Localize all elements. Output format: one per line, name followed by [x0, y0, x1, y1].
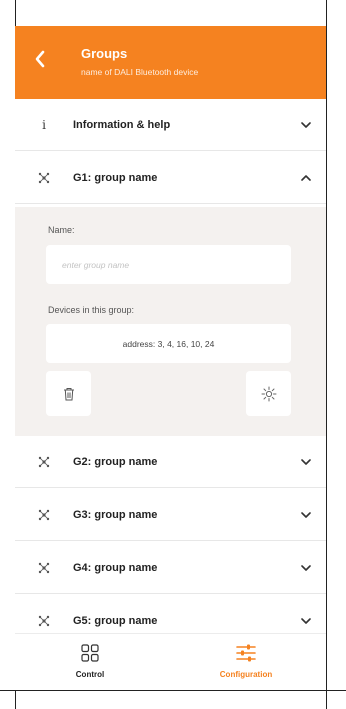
phone-screen: Groups name of DALI Bluetooth device i I…: [15, 26, 326, 690]
page-title: Groups: [81, 46, 128, 61]
group-nodes-icon: [38, 615, 50, 626]
group-label: G1: group name: [73, 171, 158, 184]
group-label: G3: group name: [73, 508, 158, 521]
chevron-down-icon: [301, 511, 311, 518]
group-label: G5: group name: [73, 614, 158, 627]
group-row-g3[interactable]: G3: group name: [15, 489, 326, 541]
chevron-up-icon: [301, 174, 311, 181]
group-detail-panel: Name: Devices in this group: address: 3,…: [15, 207, 326, 436]
group-row-g4[interactable]: G4: group name: [15, 542, 326, 594]
back-button[interactable]: [25, 44, 55, 74]
tab-configuration-label: Configuration: [219, 670, 273, 679]
info-icon: i: [42, 117, 46, 132]
group-nodes-icon: [38, 562, 50, 573]
group-label: G2: group name: [73, 455, 158, 468]
guide-line-right: [326, 0, 327, 709]
identify-group-button[interactable]: [246, 371, 291, 416]
tab-control[interactable]: Control: [55, 634, 125, 690]
tab-control-label: Control: [75, 670, 105, 679]
info-help-label: Information & help: [73, 118, 171, 131]
chevron-down-icon: [301, 617, 311, 624]
group-row-g2[interactable]: G2: group name: [15, 436, 326, 488]
light-bulb-sun-icon: [261, 386, 276, 401]
name-label: Name:: [48, 225, 75, 235]
grid-icon: [81, 644, 99, 662]
chevron-left-icon: [35, 50, 45, 68]
trash-icon: [63, 387, 74, 400]
info-help-row[interactable]: i Information & help: [15, 99, 326, 151]
chevron-down-icon: [301, 458, 311, 465]
group-row-g1[interactable]: G1: group name: [15, 152, 326, 204]
guide-line-bottom: [0, 690, 346, 691]
page-subtitle: name of DALI Bluetooth device: [81, 67, 199, 77]
devices-field[interactable]: address: 3, 4, 16, 10, 24: [46, 324, 291, 363]
group-nodes-icon: [38, 456, 50, 467]
group-name-input[interactable]: [46, 245, 291, 284]
app-header: Groups name of DALI Bluetooth device: [15, 26, 326, 99]
chevron-down-icon: [301, 564, 311, 571]
chevron-down-icon: [301, 121, 311, 128]
group-nodes-icon: [38, 509, 50, 520]
tab-configuration[interactable]: Configuration: [205, 634, 287, 690]
sliders-icon: [236, 644, 256, 662]
bottom-tab-bar: Control Configuration: [15, 633, 326, 690]
group-nodes-icon: [38, 172, 50, 183]
devices-label: Devices in this group:: [48, 305, 135, 315]
group-label: G4: group name: [73, 561, 158, 574]
delete-group-button[interactable]: [46, 371, 91, 416]
